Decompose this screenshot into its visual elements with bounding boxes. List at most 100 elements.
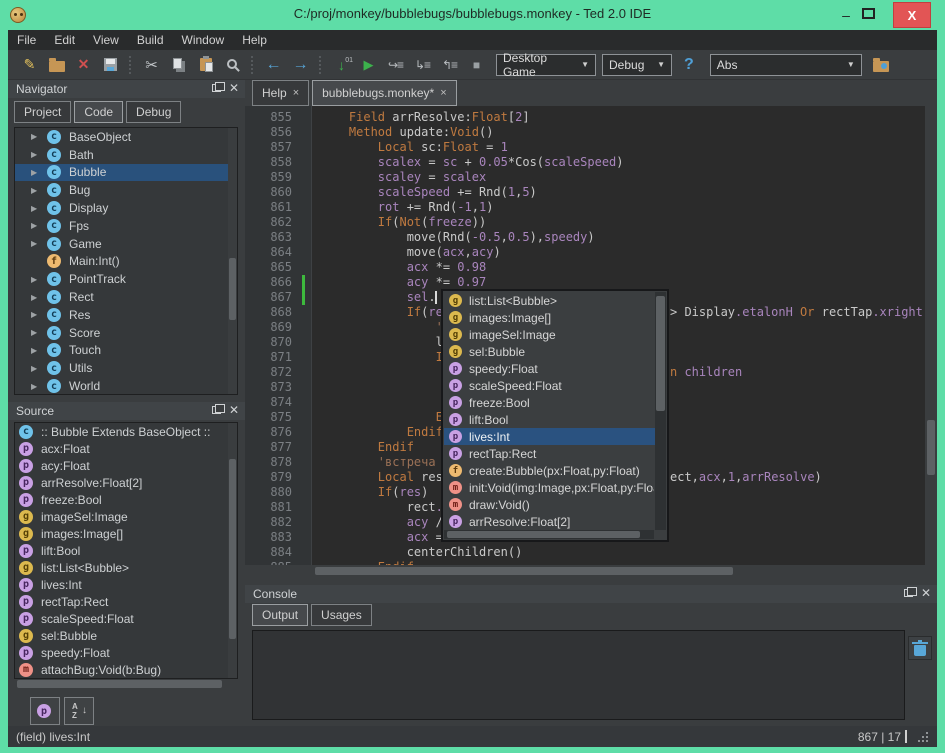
tree-item-world[interactable]: ▶cWorld [15, 377, 237, 395]
completion-item-speedy-float[interactable]: pspeedy:Float [444, 360, 654, 377]
step-button[interactable]: ↪≡ [382, 53, 409, 77]
tree-item-main-int[interactable]: fMain:Int() [15, 253, 237, 271]
tree-item-bubble[interactable]: ▶cBubble [15, 164, 237, 182]
float-panel-icon[interactable] [904, 589, 913, 597]
search-combo[interactable]: Abs ▼ [710, 54, 862, 76]
expand-arrow-icon[interactable]: ▶ [31, 328, 41, 337]
float-panel-icon[interactable] [212, 84, 221, 92]
code-line-866[interactable]: 866 acy *= 0.97 [245, 275, 925, 290]
code-line-858[interactable]: 858 scalex = sc + 0.05*Cos(scaleSpeed) [245, 155, 925, 170]
expand-arrow-icon[interactable]: ▶ [31, 293, 41, 302]
source-item-speedy-float[interactable]: pspeedy:Float [15, 644, 237, 661]
expand-arrow-icon[interactable]: ▶ [31, 186, 41, 195]
source-item-sel-bubble[interactable]: gsel:Bubble [15, 627, 237, 644]
minimize-button[interactable]: – [834, 3, 858, 27]
open-file-button[interactable] [43, 53, 70, 77]
tree-item-game[interactable]: ▶cGame [15, 235, 237, 253]
build-target-combo[interactable]: Desktop Game ▼ [496, 54, 596, 76]
editor-vscrollbar[interactable] [925, 106, 937, 565]
tree-item-display[interactable]: ▶cDisplay [15, 199, 237, 217]
step-out-button[interactable]: ↰≡ [436, 53, 463, 77]
completion-item-images-image[interactable]: gimages:Image[] [444, 309, 654, 326]
completion-item-create-bubble-px-float-py-float[interactable]: fcreate:Bubble(px:Float,py:Float) [444, 462, 654, 479]
tree-item-touch[interactable]: ▶cTouch [15, 342, 237, 360]
resize-grip-icon[interactable] [917, 731, 929, 743]
expand-arrow-icon[interactable]: ▶ [31, 168, 41, 177]
menu-view[interactable]: View [84, 30, 128, 50]
completion-item-lives-int[interactable]: plives:Int [444, 428, 666, 445]
code-line-863[interactable]: 863 move(Rnd(-0.5,0.5),speedy) [245, 230, 925, 245]
source-item-arrresolve-float-2[interactable]: parrResolve:Float[2] [15, 474, 237, 491]
completion-item-freeze-bool[interactable]: pfreeze:Bool [444, 394, 654, 411]
tree-item-bug[interactable]: ▶cBug [15, 181, 237, 199]
close-panel-icon[interactable]: ✕ [229, 83, 239, 93]
tree-item-score[interactable]: ▶cScore [15, 324, 237, 342]
expand-arrow-icon[interactable]: ▶ [31, 239, 41, 248]
code-line-857[interactable]: 857 Local sc:Float = 1 [245, 140, 925, 155]
code-line-860[interactable]: 860 scaleSpeed += Rnd(1,5) [245, 185, 925, 200]
tree-item-bath[interactable]: ▶cBath [15, 146, 237, 164]
expand-arrow-icon[interactable]: ▶ [31, 275, 41, 284]
expand-arrow-icon[interactable]: ▶ [31, 382, 41, 391]
source-item-lift-bool[interactable]: plift:Bool [15, 542, 237, 559]
menu-help[interactable]: Help [233, 30, 276, 50]
completion-item-sel-bubble[interactable]: gsel:Bubble [444, 343, 654, 360]
close-button[interactable]: X [893, 2, 931, 28]
save-file-button[interactable] [97, 53, 124, 77]
nav-forward-button[interactable]: → [287, 53, 314, 77]
source-item-recttap-rect[interactable]: prectTap:Rect [15, 593, 237, 610]
menu-window[interactable]: Window [173, 30, 234, 50]
popup-hscrollbar[interactable] [444, 530, 654, 539]
tree-item-res[interactable]: ▶cRes [15, 306, 237, 324]
expand-arrow-icon[interactable]: ▶ [31, 150, 41, 159]
tree-item-fps[interactable]: ▶cFps [15, 217, 237, 235]
tree-item-baseobject[interactable]: ▶cBaseObject [15, 128, 237, 146]
code-line-864[interactable]: 864 move(acx,acy) [245, 245, 925, 260]
completion-item-imagesel-image[interactable]: gimageSel:Image [444, 326, 654, 343]
source-item-acx-float[interactable]: pacx:Float [15, 440, 237, 457]
menu-build[interactable]: Build [128, 30, 173, 50]
build-config-combo[interactable]: Debug ▼ [602, 54, 672, 76]
nav-back-button[interactable]: ← [260, 53, 287, 77]
find-button[interactable] [219, 53, 246, 77]
expand-arrow-icon[interactable]: ▶ [31, 132, 41, 141]
popup-vscrollbar[interactable] [655, 292, 666, 530]
float-panel-icon[interactable] [212, 406, 221, 414]
code-line-859[interactable]: 859 scaley = scalex [245, 170, 925, 185]
console-tab-usages[interactable]: Usages [311, 604, 372, 626]
completion-item-init-void-img-image-px-float-py-float[interactable]: minit:Void(img:Image,px:Float,py:Float [444, 479, 654, 496]
expand-arrow-icon[interactable]: ▶ [31, 221, 41, 230]
console-output[interactable] [252, 630, 905, 720]
paste-button[interactable] [192, 53, 219, 77]
completion-item-scalespeed-float[interactable]: pscaleSpeed:Float [444, 377, 654, 394]
source-item-lives-int[interactable]: plives:Int [15, 576, 237, 593]
source-item-acy-float[interactable]: pacy:Float [15, 457, 237, 474]
editor-hscrollbar[interactable] [245, 565, 925, 577]
source-item-scalespeed-float[interactable]: pscaleSpeed:Float [15, 610, 237, 627]
step-into-button[interactable]: ↳≡ [409, 53, 436, 77]
tree-item-rect[interactable]: ▶cRect [15, 288, 237, 306]
copy-button[interactable] [165, 53, 192, 77]
code-line-856[interactable]: 856 Method update:Void() [245, 125, 925, 140]
completion-item-recttap-rect[interactable]: prectTap:Rect [444, 445, 654, 462]
document-tab-bubblebugs-monkey[interactable]: bubblebugs.monkey*× [312, 80, 457, 106]
new-file-button[interactable]: ✎ [16, 53, 43, 77]
source-scrollbar[interactable] [228, 423, 237, 678]
navigator-scrollbar[interactable] [228, 128, 237, 394]
tab-code[interactable]: Code [74, 101, 123, 123]
update-build-button[interactable]: ↓ [328, 53, 355, 77]
maximize-button[interactable] [862, 8, 875, 19]
run-button[interactable]: ▶ [355, 53, 382, 77]
close-panel-icon[interactable]: ✕ [229, 405, 239, 415]
code-line-884[interactable]: 884 centerChildren() [245, 545, 925, 560]
lock-project-button[interactable] [868, 53, 895, 77]
source-hscrollbar[interactable] [15, 679, 237, 689]
tree-item-utils[interactable]: ▶cUtils [15, 359, 237, 377]
code-line-861[interactable]: 861 rot += Rnd(-1,1) [245, 200, 925, 215]
cut-button[interactable]: ✂ [138, 53, 165, 77]
menu-file[interactable]: File [8, 30, 45, 50]
expand-arrow-icon[interactable]: ▶ [31, 346, 41, 355]
tree-item-pointtrack[interactable]: ▶cPointTrack [15, 270, 237, 288]
source-item-bubble-extends-baseobject[interactable]: c:: Bubble Extends BaseObject :: [15, 423, 237, 440]
close-tab-icon[interactable]: × [293, 87, 299, 99]
